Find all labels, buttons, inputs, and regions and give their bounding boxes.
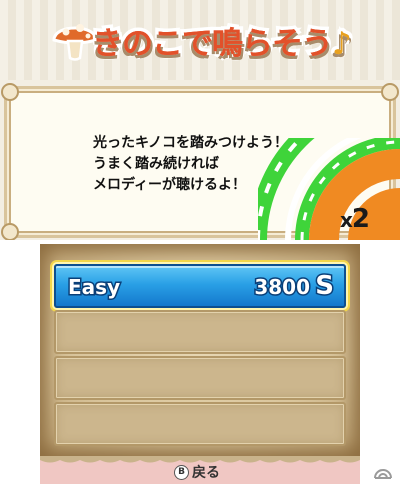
- multiplier-x: x: [340, 208, 353, 232]
- top-screen: きのこで鳴らそう♪ きのこで鳴らそう♪ 光ったキノコを踏みつけよう！ うまく踏み…: [0, 0, 400, 240]
- score-multiplier: x2: [340, 204, 370, 234]
- song-name: Easy: [66, 274, 121, 301]
- song-slot-empty[interactable]: [54, 402, 346, 446]
- corner-ornament: [1, 83, 19, 101]
- title-logo: きのこで鳴らそう♪ きのこで鳴らそう♪: [48, 8, 358, 68]
- song-slot-empty[interactable]: [54, 356, 346, 400]
- corner-ornament: [1, 223, 19, 240]
- corner-ornament: [381, 83, 399, 101]
- back-label: 戻る: [192, 465, 220, 481]
- song-score: 3800: [253, 274, 312, 301]
- music-note-icon: ♪: [332, 26, 352, 62]
- b-button-icon: B: [174, 464, 189, 480]
- multiplier-rings: [258, 138, 400, 240]
- watermark-icon: [374, 469, 392, 479]
- rank-badge: S: [314, 270, 336, 303]
- multiplier-value: 2: [351, 204, 370, 234]
- back-button[interactable]: B 戻る: [174, 462, 220, 482]
- song-slot-empty[interactable]: [54, 310, 346, 354]
- bottom-screen: Easy 3800 S B 戻る: [40, 244, 360, 484]
- game-title: きのこで鳴らそう♪: [92, 18, 352, 63]
- footer-bar: B 戻る: [40, 456, 360, 484]
- game-title-text: きのこで鳴らそう: [92, 26, 333, 62]
- song-slot-selected[interactable]: Easy 3800 S: [54, 264, 346, 308]
